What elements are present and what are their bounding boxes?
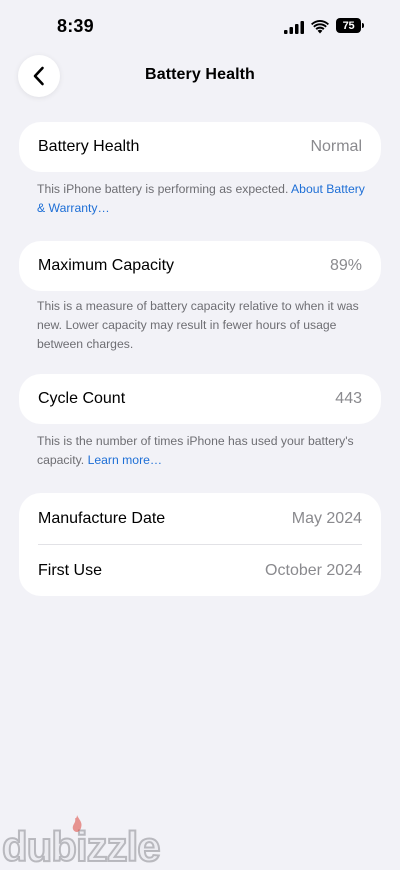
cellular-signal-icon [284,21,304,34]
manufacture-date-row: Manufacture Date May 2024 [19,493,381,544]
cycle-count-note: This is the number of times iPhone has u… [37,432,367,470]
battery-icon: 75 [336,18,364,33]
manufacture-date-value: May 2024 [291,509,362,527]
battery-health-note-text: This iPhone battery is performing as exp… [37,182,292,196]
first-use-label: First Use [38,561,102,579]
cycle-count-note-text: This is the number of times iPhone has u… [37,434,354,467]
battery-health-note: This iPhone battery is performing as exp… [37,180,367,218]
maximum-capacity-card: Maximum Capacity 89% [19,241,381,291]
page-title: Battery Health [145,66,255,83]
first-use-row: First Use October 2024 [19,545,381,596]
maximum-capacity-value: 89% [329,257,362,274]
status-time: 8:39 [57,16,94,36]
maximum-capacity-label: Maximum Capacity [38,257,175,274]
battery-health-card: Battery Health Normal [19,122,381,172]
cycle-count-label: Cycle Count [38,390,126,407]
first-use-value: October 2024 [265,561,362,579]
dubizzle-watermark: dubizzle [0,810,180,869]
battery-level: 75 [342,19,355,32]
cycle-count-row: Cycle Count 443 [19,374,381,424]
maximum-capacity-note: This is a measure of battery capacity re… [37,297,367,354]
manufacture-date-label: Manufacture Date [38,509,166,527]
flame-icon [72,815,82,832]
learn-more-link[interactable]: Learn more… [88,453,163,467]
cycle-count-value: 443 [335,390,362,407]
maximum-capacity-row: Maximum Capacity 89% [19,241,381,291]
wifi-icon [311,20,329,34]
battery-health-row: Battery Health Normal [19,122,381,172]
battery-health-value: Normal [310,138,362,155]
cycle-count-card: Cycle Count 443 [19,374,381,424]
battery-health-label: Battery Health [38,138,140,155]
dates-card: Manufacture Date May 2024 First Use Octo… [19,493,381,596]
status-bar: 8:39 75 [0,0,400,54]
maximum-capacity-note-text: This is a measure of battery capacity re… [37,299,359,351]
